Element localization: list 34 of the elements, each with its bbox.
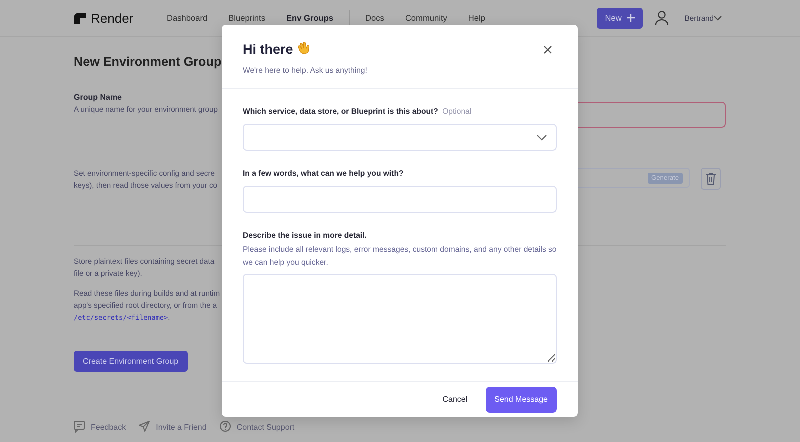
close-icon [544,46,552,54]
chevron-down-icon [714,16,722,20]
field-label: Group Name [74,92,124,104]
question-icon [220,421,231,433]
page-title: New Environment Group [74,55,222,71]
close-button[interactable] [544,46,552,54]
nav-link[interactable]: Community [405,13,448,23]
waving-hand-icon [297,42,312,57]
nav-link[interactable]: Docs [366,13,384,23]
nav-link[interactable]: Help [468,13,486,23]
plus-icon [626,14,635,22]
nav-link[interactable]: Dashboard [167,13,208,23]
nav-link[interactable]: Env Groups [286,13,334,23]
cancel-button[interactable]: Cancel [442,395,468,404]
text-field[interactable] [578,102,726,128]
footer-link[interactable]: Invite a Friend [139,421,207,433]
logo-icon [74,12,86,24]
send-button[interactable]: Send Message [486,386,557,412]
user-icon [654,11,669,25]
logo-text: Render [91,10,134,26]
service-dropdown[interactable] [243,124,557,151]
new-button[interactable]: New [597,8,643,28]
create-button[interactable]: Create Environment Group [74,351,188,372]
paper-plane-icon [139,421,150,433]
details-field[interactable] [243,274,557,364]
delete-button[interactable] [701,168,721,190]
nav-link[interactable]: Blueprints [228,13,266,23]
footer-link[interactable]: Feedback [74,421,126,433]
trash-icon [706,173,716,185]
footer-link[interactable]: Contact Support [220,421,295,433]
chevron-down-icon [537,134,547,140]
chat-icon [74,421,85,433]
dialog-title: Hi there [243,42,294,57]
summary-field[interactable] [243,186,557,213]
